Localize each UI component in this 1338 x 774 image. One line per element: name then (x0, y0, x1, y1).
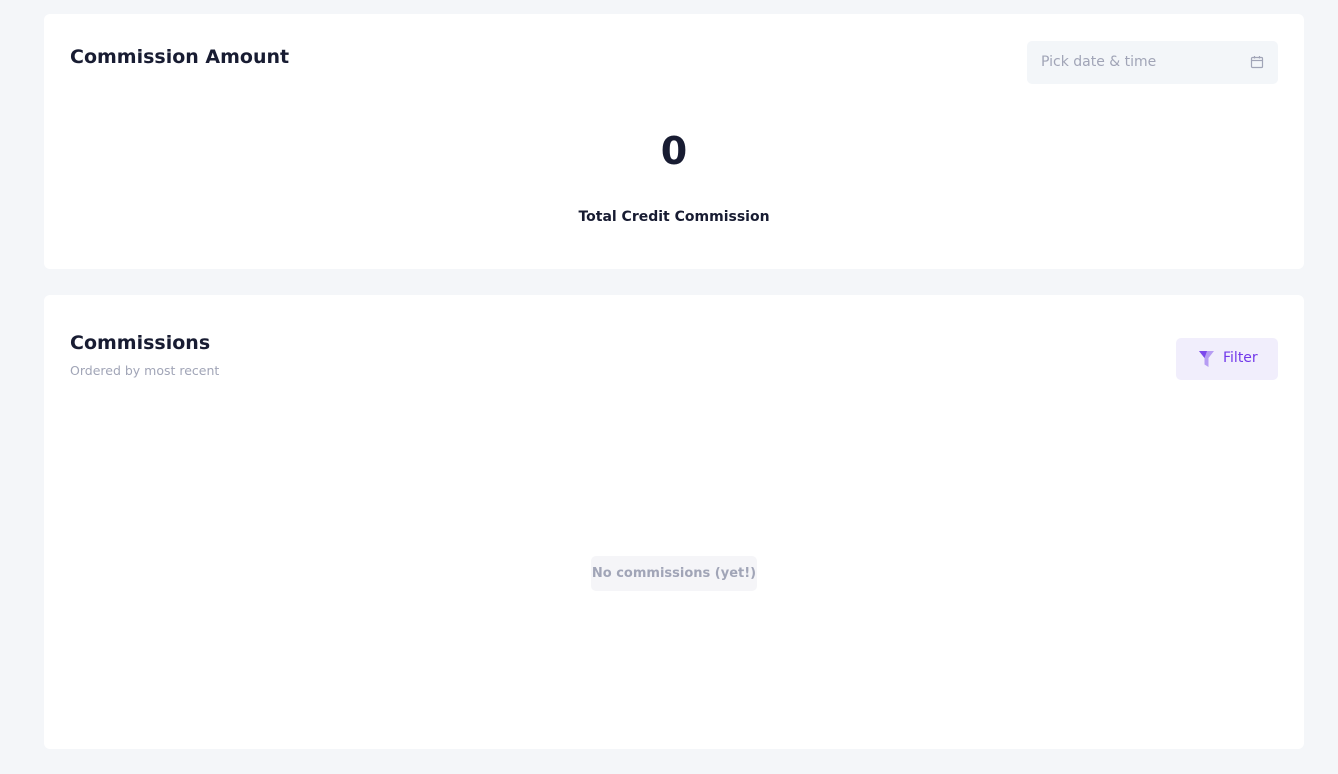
date-time-picker[interactable]: Pick date & time (1027, 41, 1278, 84)
filter-icon (1199, 351, 1214, 367)
total-commission-value: 0 (660, 129, 688, 173)
empty-state-message: No commissions (yet!) (591, 556, 757, 591)
filter-button[interactable]: Filter (1176, 338, 1278, 380)
commissions-title: Commissions (70, 332, 211, 354)
commissions-card: Commissions Ordered by most recent Filte… (44, 295, 1304, 749)
total-commission-label: Total Credit Commission (578, 209, 770, 225)
commissions-subtitle: Ordered by most recent (70, 363, 220, 378)
commission-amount-card: Commission Amount Pick date & time 0 Tot… (44, 14, 1304, 269)
commission-amount-title: Commission Amount (70, 46, 290, 68)
date-picker-placeholder: Pick date & time (1041, 54, 1157, 70)
filter-button-label: Filter (1223, 350, 1258, 366)
calendar-icon (1250, 56, 1264, 69)
